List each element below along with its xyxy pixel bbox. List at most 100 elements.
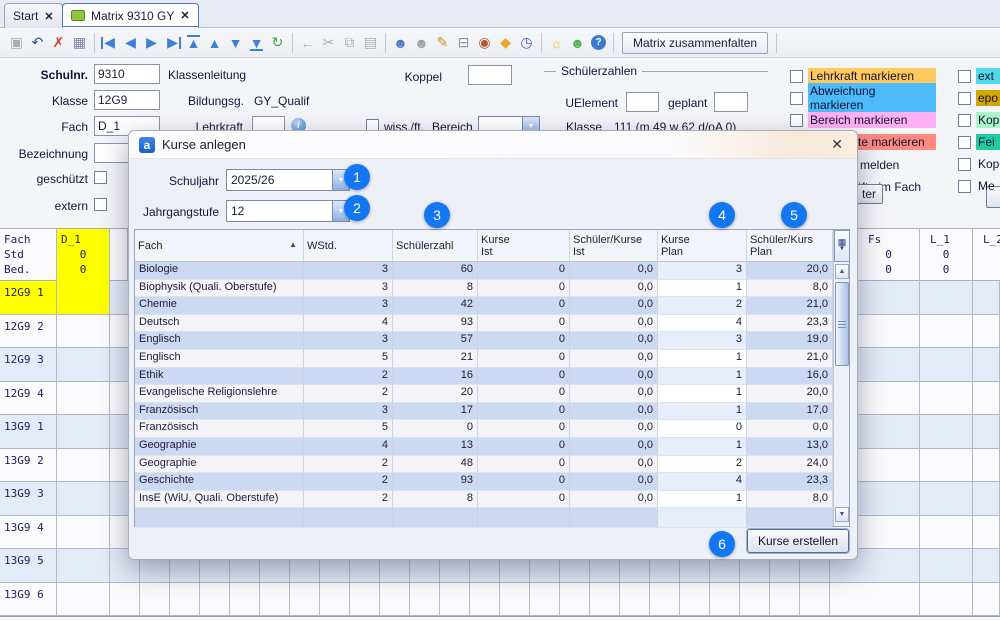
matrix-cell[interactable] [973, 315, 1000, 348]
teacher-icon[interactable]: ☻ [411, 32, 432, 54]
table-row[interactable]: Deutsch49300,0423,3 [135, 315, 833, 333]
marker-item[interactable]: Me [958, 177, 1000, 195]
kurse-plan-cell[interactable]: 1 [658, 491, 747, 509]
kurse-plan-cell[interactable]: 4 [658, 473, 747, 491]
marker-checkbox[interactable] [958, 114, 971, 127]
marker-checkbox[interactable] [790, 114, 803, 127]
print-icon[interactable]: ⊟ [453, 32, 474, 54]
jahrgangstufe-select[interactable]: 12 ▼ [226, 200, 350, 222]
matrix-cell[interactable] [57, 482, 110, 515]
matrix-cell[interactable] [973, 415, 1000, 448]
matrix-cell[interactable] [57, 583, 110, 616]
table-row[interactable]: Ethik21600,0116,0 [135, 368, 833, 386]
uelement-field[interactable] [626, 92, 659, 112]
matrix-row-label[interactable]: 12G9 1 [0, 281, 57, 314]
view-icon[interactable]: ◉ [474, 32, 495, 54]
table-row[interactable]: Biologie36000,0320,0 [135, 262, 833, 280]
kurse-plan-cell[interactable]: 1 [658, 385, 747, 403]
copy-icon[interactable]: ⧉ [339, 32, 360, 54]
kurse-plan-cell[interactable]: 2 [658, 297, 747, 315]
matrix-cells[interactable] [110, 583, 858, 616]
marker-item[interactable]: Kop [958, 155, 1000, 173]
matrix-cell[interactable] [920, 281, 973, 314]
matrix-cell[interactable] [920, 348, 973, 381]
matrix-cell[interactable] [973, 281, 1000, 314]
table-row[interactable]: Englisch35700,0319,0 [135, 332, 833, 350]
matrix-cell[interactable] [57, 315, 110, 348]
column-header[interactable]: Fach▲ [135, 230, 304, 261]
move-up-icon[interactable]: ▲ [204, 32, 225, 54]
scroll-up-button[interactable]: ▲ [835, 264, 849, 279]
matrix-cell[interactable] [858, 382, 920, 415]
column-header[interactable]: Schüler/KurseIst [570, 230, 658, 261]
move-down-icon[interactable]: ▼ [225, 32, 246, 54]
matrix-cell[interactable] [57, 516, 110, 549]
kurse-plan-cell[interactable]: 1 [658, 350, 747, 368]
matrix-cell[interactable] [920, 482, 973, 515]
table-row[interactable]: InsE (WiU, Quali. Oberstufe)2800,018,0 [135, 491, 833, 509]
last-record-icon[interactable]: ▶ [162, 32, 183, 54]
marker-checkbox[interactable] [958, 180, 971, 193]
jump-top-icon[interactable]: ▲ [183, 32, 204, 54]
marker-checkbox[interactable] [958, 158, 971, 171]
schulnr-field[interactable] [94, 64, 160, 84]
refresh-icon[interactable]: ↻ [267, 32, 288, 54]
marker-item[interactable]: ext [958, 67, 1000, 85]
matrix-row-label[interactable]: 13G9 3 [0, 482, 57, 515]
close-icon[interactable]: ✕ [827, 136, 847, 153]
matrix-cell[interactable] [858, 549, 920, 582]
back-arrow-icon[interactable]: ← [297, 32, 318, 54]
save-icon[interactable]: ▣ [6, 32, 27, 54]
matrix-cell[interactable] [57, 415, 110, 448]
matrix-cell[interactable] [973, 583, 1000, 616]
matrix-cell[interactable] [920, 516, 973, 549]
matrix-cell[interactable] [858, 449, 920, 482]
clock-icon[interactable]: ◷ [516, 32, 537, 54]
matrix-cell[interactable] [920, 315, 973, 348]
matrix-row-label[interactable]: 13G9 5 [0, 549, 57, 582]
table-row[interactable]: Französisch31700,0117,0 [135, 403, 833, 421]
matrix-cell[interactable] [920, 415, 973, 448]
matrix-cell[interactable] [973, 348, 1000, 381]
matrix-cell[interactable] [57, 382, 110, 415]
matrix-row-label[interactable]: 12G9 3 [0, 348, 57, 381]
next-record-icon[interactable]: ▶ [141, 32, 162, 54]
matrix-col-l1[interactable]: L_1 0 0 [920, 229, 973, 281]
marker-item[interactable]: Kop [958, 111, 1000, 129]
marker-checkbox[interactable] [790, 92, 803, 105]
column-header[interactable]: Schülerzahl [393, 230, 478, 261]
table-row[interactable]: Französisch5000,000,0 [135, 420, 833, 438]
kurse-plan-cell[interactable]: 1 [658, 403, 747, 421]
kurse-plan-cell[interactable]: 1 [658, 280, 747, 298]
matrix-row-label[interactable]: 12G9 4 [0, 382, 57, 415]
scrollbar[interactable]: ▦ ▼ ▲ ▼ [833, 230, 849, 526]
matrix-cell[interactable] [57, 449, 110, 482]
marker-item[interactable]: epo [958, 89, 1000, 107]
kurse-plan-cell[interactable]: 1 [658, 368, 747, 386]
marker-item[interactable]: Abweichung markieren [790, 89, 936, 107]
column-header[interactable]: KursePlan [658, 230, 747, 261]
klasse-field[interactable] [94, 90, 160, 110]
table-row[interactable]: Englisch52100,0121,0 [135, 350, 833, 368]
undo-icon[interactable]: ↶ [27, 32, 48, 54]
bell-icon[interactable]: ◆ [495, 32, 516, 54]
cut-icon[interactable]: ✂ [318, 32, 339, 54]
geschuetzt-checkbox[interactable] [94, 171, 107, 184]
schuljahr-select[interactable]: 2025/26 ▼ [226, 169, 350, 191]
matrix-col-d1[interactable]: D_1 0 0 [57, 229, 110, 281]
matrix-cell[interactable] [973, 516, 1000, 549]
lightbulb-icon[interactable]: ☼ [546, 32, 567, 54]
table-row[interactable]: Geschichte29300,0423,3 [135, 473, 833, 491]
matrix-cell[interactable] [57, 348, 110, 381]
matrix-cell[interactable] [858, 281, 920, 314]
people-icon[interactable]: ☻ [567, 32, 588, 54]
matrix-cell[interactable] [920, 382, 973, 415]
matrix-col-fs[interactable]: Fs 0 0 [858, 229, 920, 281]
matrix-row-label[interactable]: 13G9 1 [0, 415, 57, 448]
close-icon[interactable]: ✕ [44, 10, 53, 23]
matrix-cell[interactable] [57, 281, 110, 314]
delete-icon[interactable]: ✗ [48, 32, 69, 54]
marker-checkbox[interactable] [958, 92, 971, 105]
student-icon[interactable]: ☻ [390, 32, 411, 54]
matrix-col-l2[interactable]: L_2 [973, 229, 1000, 281]
